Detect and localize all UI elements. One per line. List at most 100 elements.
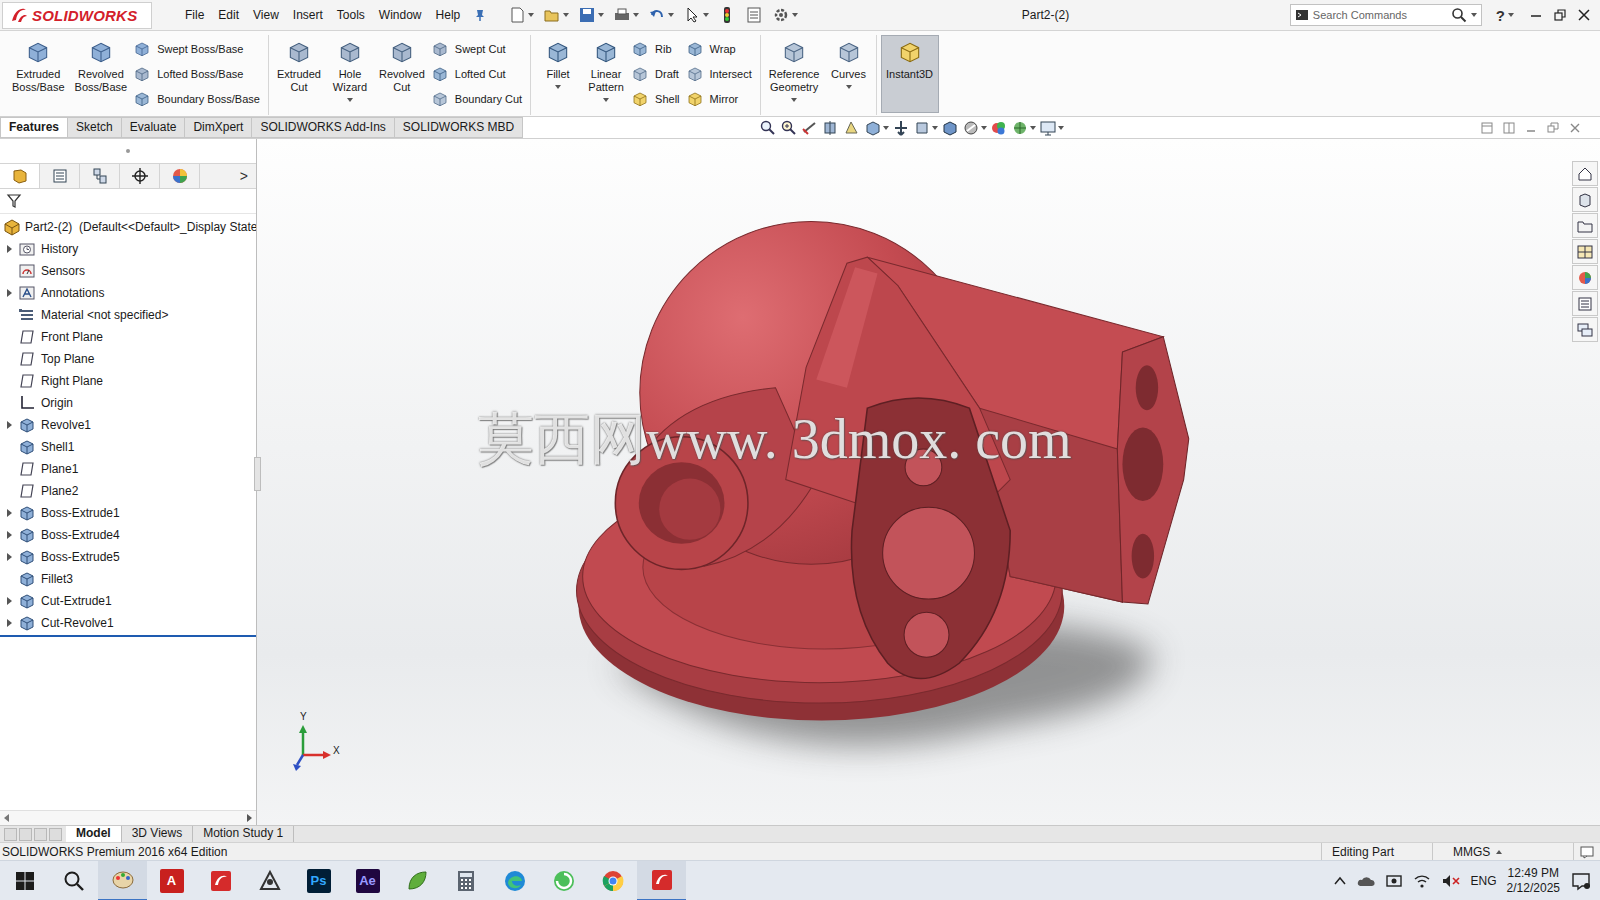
apply-scene-icon[interactable] — [990, 119, 1008, 137]
tree-item[interactable]: Boss-Extrude4 — [0, 524, 256, 546]
tree-item[interactable]: Fillet3 — [0, 568, 256, 590]
calculator-icon[interactable] — [454, 869, 478, 893]
swirl-icon[interactable] — [552, 869, 576, 893]
filter-funnel-icon[interactable] — [6, 193, 22, 209]
view-palette-icon[interactable] — [1576, 243, 1594, 261]
section-view-button[interactable] — [822, 119, 840, 137]
tree-item[interactable]: Boss-Extrude5 — [0, 546, 256, 568]
display-style-icon[interactable] — [892, 119, 910, 137]
search-icon[interactable] — [62, 869, 86, 893]
ribbon-small-button[interactable]: Intersect — [686, 61, 756, 86]
hide-show-button[interactable] — [913, 119, 938, 137]
dropdown-arrow[interactable] — [846, 85, 852, 89]
taskbar-calculator[interactable] — [441, 861, 490, 900]
menu-item[interactable]: Help — [429, 6, 468, 24]
ribbon-small-button[interactable]: Swept Boss/Base — [133, 36, 264, 61]
ribbon-small-button[interactable]: Rib — [631, 36, 683, 61]
tree-item[interactable]: Sensors — [0, 260, 256, 282]
tooltip-status-icon[interactable] — [1580, 845, 1594, 859]
tree-item[interactable]: Cut-Revolve1 — [0, 612, 256, 634]
dropdown-arrow[interactable] — [603, 98, 609, 102]
open-folder-button[interactable] — [540, 6, 572, 24]
tree-item[interactable]: Front Plane — [0, 326, 256, 348]
save-button[interactable] — [575, 6, 607, 24]
expand-arrow-slot[interactable] — [0, 553, 18, 561]
tree-item[interactable]: Cut-Extrude1 — [0, 590, 256, 612]
menu-item[interactable]: Window — [372, 6, 429, 24]
task-pane-tab[interactable] — [1572, 265, 1598, 290]
command-tab[interactable]: SOLIDWORKS MBD — [395, 117, 523, 138]
dropdown-arrow[interactable] — [347, 98, 353, 102]
bottom-tab[interactable]: 3D Views — [122, 826, 193, 842]
view-orientation-button[interactable] — [864, 119, 889, 137]
network-icon[interactable] — [258, 869, 282, 893]
ribbon-small-button[interactable]: Mirror — [686, 86, 756, 111]
tree-item[interactable]: Plane2 — [0, 480, 256, 502]
onedrive-cloud-icon[interactable] — [1357, 874, 1375, 888]
expand-arrow-slot[interactable] — [0, 531, 18, 539]
panel-more-button[interactable]: > — [232, 164, 256, 188]
tree-item[interactable]: Right Plane — [0, 370, 256, 392]
taskbar-aftereffects[interactable]: Ae — [343, 861, 392, 900]
undo-button[interactable] — [645, 6, 677, 24]
undo-icon[interactable] — [648, 6, 666, 24]
scroll-right-arrow[interactable] — [247, 814, 252, 822]
expand-arrow-slot[interactable] — [0, 509, 18, 517]
paint-icon[interactable] — [111, 868, 135, 892]
tree-item[interactable]: Material <not specified> — [0, 304, 256, 326]
ribbon-button[interactable]: RevolvedCut — [375, 35, 429, 105]
graphics-viewport[interactable]: 莫西网www. 3dmox. comYX — [257, 139, 1600, 825]
scene-globe-button[interactable] — [1011, 119, 1036, 137]
save-icon[interactable] — [578, 6, 596, 24]
tree-item[interactable]: Shell1 — [0, 436, 256, 458]
custom-properties-icon[interactable] — [1576, 295, 1594, 313]
select-arrow-icon[interactable] — [683, 6, 701, 24]
close-icon[interactable] — [1576, 7, 1592, 23]
tree-root[interactable]: Part2-(2) (Default<<Default>_Display Sta… — [0, 216, 256, 238]
zoom-area-button[interactable] — [780, 119, 798, 137]
tree-item[interactable]: Boss-Extrude1 — [0, 502, 256, 524]
restore-icon[interactable] — [1552, 7, 1568, 23]
tree-item[interactable]: Annotations — [0, 282, 256, 304]
hide-show-icon[interactable] — [913, 119, 931, 137]
task-pane-tab[interactable] — [1572, 213, 1598, 238]
tree-item[interactable]: Revolve1 — [0, 414, 256, 436]
resources-home-icon[interactable] — [1576, 165, 1594, 183]
search-field[interactable]: Search Commands — [1290, 4, 1482, 26]
taskbar-autocad[interactable]: A — [147, 861, 196, 900]
clock[interactable]: 12:49 PM2/12/2025 — [1507, 866, 1560, 896]
command-tab[interactable]: Features — [0, 117, 68, 138]
panel-scrollbar[interactable] — [0, 810, 256, 825]
bottom-tab[interactable]: Model — [66, 826, 122, 842]
file-explorer-icon[interactable] — [1576, 217, 1594, 235]
start-icon[interactable] — [13, 869, 37, 893]
ribbon-button[interactable]: RevolvedBoss/Base — [71, 35, 132, 105]
panel-handle[interactable] — [0, 139, 256, 163]
pin-icon[interactable] — [473, 8, 487, 22]
task-pane-tab[interactable] — [1572, 187, 1598, 212]
meet-now-icon[interactable] — [1385, 873, 1403, 889]
select-arrow-button[interactable] — [680, 6, 712, 24]
ribbon-small-button[interactable]: Draft — [631, 61, 683, 86]
expand-arrow-slot[interactable] — [0, 597, 18, 605]
panel-tab[interactable] — [160, 164, 200, 188]
print-icon[interactable] — [613, 6, 631, 24]
magnifier-icon[interactable] — [1451, 7, 1467, 23]
forum-icon[interactable] — [1576, 321, 1594, 339]
taskbar-edge[interactable] — [490, 861, 539, 900]
tree-item[interactable]: History — [0, 238, 256, 260]
rollback-bar[interactable] — [0, 635, 256, 637]
view-settings-icon[interactable] — [1039, 119, 1057, 137]
taskbar-leaf[interactable] — [392, 861, 441, 900]
notifications-icon[interactable] — [1570, 871, 1592, 891]
tab-nav-button[interactable] — [4, 828, 17, 841]
edit-appearance-button[interactable] — [962, 119, 987, 137]
options-gear-icon[interactable] — [772, 6, 790, 24]
expand-arrow-slot[interactable] — [0, 289, 18, 297]
displaymanager-icon[interactable] — [171, 167, 189, 185]
ribbon-button[interactable]: ReferenceGeometry — [765, 35, 824, 105]
ribbon-small-button[interactable]: Lofted Boss/Base — [133, 61, 264, 86]
leaf-icon[interactable] — [405, 869, 429, 893]
edit-appearance-icon[interactable] — [962, 119, 980, 137]
ribbon-small-button[interactable]: Lofted Cut — [431, 61, 526, 86]
